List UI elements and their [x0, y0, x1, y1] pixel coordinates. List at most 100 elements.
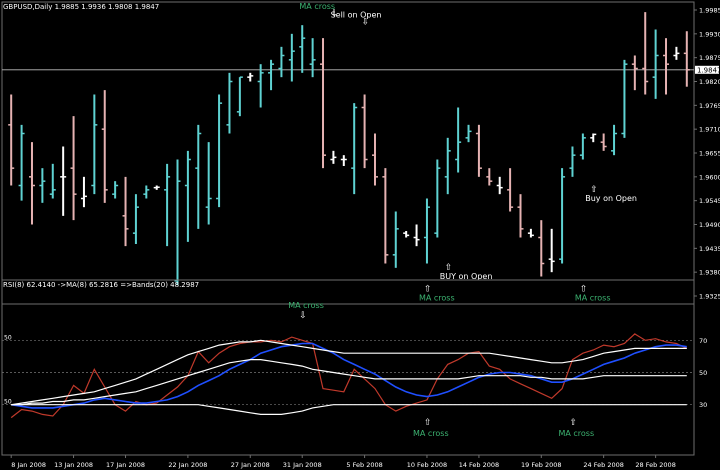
- annotation-label: MA cross: [288, 301, 324, 310]
- arrow-up-icon: ⇧: [424, 418, 432, 428]
- price-tick-label: 1.9325: [699, 293, 720, 301]
- current-price-label: 1.9847: [697, 66, 720, 74]
- ohlc-bar: [465, 124, 472, 143]
- price-tick-label: 1.9765: [699, 102, 720, 110]
- ohlc-bar: [143, 185, 150, 199]
- price-tick-label: 1.9930: [699, 30, 720, 38]
- current-price-tag: 1.9847: [695, 65, 720, 74]
- annotation-label: MA cross: [575, 294, 611, 303]
- ohlc-bar: [392, 211, 399, 268]
- ohlc-bar: [236, 76, 243, 117]
- price-tick-label: 1.9820: [699, 78, 720, 86]
- ohlc-bar: [559, 168, 566, 264]
- annotation-label: MA cross: [558, 429, 594, 438]
- ohlc-bar: [247, 72, 254, 82]
- ohlc-bar: [371, 133, 378, 186]
- ohlc-bar: [590, 133, 597, 143]
- rsi-header: RSI(8) 62.4140 ->MA(8) 65.2816 =>Bands(2…: [3, 281, 199, 289]
- ohlc-bar: [330, 150, 337, 164]
- ohlc-bar: [600, 133, 607, 151]
- date-tick-label: 31 Jan 2008: [283, 461, 322, 469]
- arrow-up-icon: ⇧: [569, 418, 577, 428]
- rsi-pane: 7050305050⇩MA cross⇧MA cross⇧MA cross: [1, 279, 707, 456]
- date-tick-label: 8 Jan 2008: [11, 461, 46, 469]
- date-tick-label: 28 Feb 2008: [635, 461, 675, 469]
- ohlc-bar: [413, 224, 420, 247]
- price-tick-label: 1.9545: [699, 197, 720, 205]
- price-annotation: ⇧Buy on Open: [585, 185, 637, 203]
- rsi-level-label: 50: [699, 369, 707, 377]
- ohlc-bar: [8, 94, 15, 186]
- date-tick-label: 22 Jan 2008: [168, 461, 207, 469]
- ohlc-bar: [382, 168, 389, 264]
- ohlc-bar: [548, 228, 555, 273]
- ohlc-bar: [579, 133, 586, 160]
- ohlc-bar: [569, 146, 576, 177]
- ohlc-bar: [527, 228, 534, 238]
- ohlc-bar: [631, 55, 638, 91]
- ohlc-bar: [538, 220, 545, 277]
- price-tick-label: 1.9435: [699, 245, 720, 253]
- price-annotation: ⇧MA cross: [575, 285, 611, 303]
- arrow-down-icon: ⇩: [299, 311, 307, 321]
- ohlc-bar: [351, 103, 358, 195]
- ohlc-bar: [164, 163, 171, 247]
- price-pane: 1.9985 1.9930 1.9875 1.9820 1.9765 1.9710 1.96…: [1, 1, 720, 305]
- price-tick-label: 1.9710: [699, 126, 720, 134]
- ohlc-bar: [257, 64, 264, 108]
- ohlc-bar: [112, 181, 119, 199]
- date-tick-label: 17 Jan 2008: [106, 461, 145, 469]
- rsi-left-level-label: 50: [4, 399, 12, 406]
- annotation-label: BUY on Open: [440, 272, 493, 281]
- ohlc-bar: [70, 116, 77, 221]
- rsi-left-level-label: 50: [4, 334, 12, 341]
- ohlc-bar: [226, 72, 233, 134]
- main-header: GBPUSD,Daily 1.9885 1.9936 1.9808 1.9847: [3, 3, 159, 11]
- ohlc-bar: [475, 124, 482, 177]
- ohlc-bar: [444, 137, 451, 195]
- ohlc-bar: [49, 163, 56, 199]
- ohlc-bar: [28, 142, 35, 225]
- date-tick-label: 27 Jan 2008: [231, 461, 270, 469]
- ohlc-bar: [60, 146, 67, 216]
- price-tick-label: 1.9490: [699, 221, 720, 229]
- ohlc-bar: [184, 150, 191, 242]
- price-annotation: ⇧BUY on Open: [440, 263, 493, 281]
- ohlc-bar: [205, 142, 212, 225]
- ohlc-bar: [122, 176, 129, 247]
- rsi-annotation: ⇧MA cross: [558, 418, 594, 438]
- annotation-label: MA cross: [413, 429, 449, 438]
- ohlc-bar: [423, 198, 430, 264]
- ohlc-bar: [683, 31, 690, 87]
- ohlc-bar: [174, 159, 181, 286]
- ohlc-bar: [642, 12, 649, 95]
- price-annotation: ⇧MA cross: [419, 285, 455, 303]
- ohlc-bar: [486, 168, 493, 186]
- ohlc-bar: [621, 59, 628, 138]
- rsi-level-label: 30: [699, 401, 707, 409]
- date-tick-label: 5 Feb 2008: [346, 461, 382, 469]
- ohlc-bar: [673, 46, 680, 60]
- annotation-label: MA cross: [299, 2, 335, 11]
- price-tick-label: 1.9655: [699, 150, 720, 158]
- ohlc-bar: [18, 124, 25, 201]
- date-tick-label: 24 Feb 2008: [583, 461, 623, 469]
- price-pane-frame: [1, 1, 695, 305]
- ohlc-bar: [340, 155, 347, 166]
- chart-canvas[interactable]: 1.9985 1.9930 1.9875 1.9820 1.9765 1.9710 1.96…: [0, 0, 720, 470]
- ohlc-bar: [361, 94, 368, 169]
- date-tick-label: 10 Feb 2008: [407, 461, 447, 469]
- ohlc-bar: [455, 107, 462, 173]
- ohlc-bar: [39, 168, 46, 203]
- ohlc-bar: [153, 185, 160, 190]
- ohlc-bar: [268, 59, 275, 91]
- ohlc-bar: [496, 176, 503, 195]
- date-tick-label: 19 Feb 2008: [521, 461, 561, 469]
- ohlc-bar: [195, 124, 202, 229]
- ohlc-bar: [309, 38, 316, 78]
- ohlc-bar: [91, 94, 98, 195]
- ohlc-bar: [278, 46, 285, 78]
- ohlc-bar: [299, 25, 306, 73]
- rsi-annotation: ⇧MA cross: [413, 418, 449, 438]
- ohlc-bar: [132, 194, 139, 244]
